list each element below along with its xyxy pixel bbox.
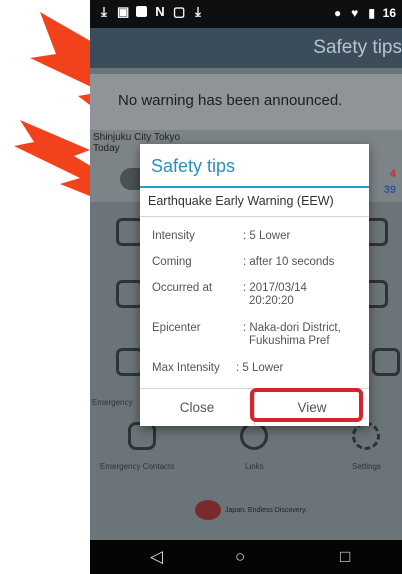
app-bar: Safety tips [90, 28, 402, 68]
close-button[interactable]: Close [140, 389, 254, 426]
intensity-value: : 5 Lower [243, 230, 291, 242]
heart-icon: ♥ [351, 6, 359, 20]
grid-label-emergency-contacts: Emergency Contacts [100, 462, 175, 471]
dialog-divider [140, 216, 369, 217]
brand-text: Japan. Endless Discovery. [225, 506, 307, 514]
occurred-at-time: 20:20:20 [249, 295, 294, 307]
intensity-label: Intensity [152, 230, 195, 242]
coming-label: Coming [152, 256, 192, 268]
grid-label-emergency: Emergency [92, 398, 133, 407]
temp-high: 4 [389, 168, 396, 180]
status-bar: ⤓ ▣ N ▢ ⤓ ● ♥ ▮ 16 [90, 0, 402, 28]
app-title: Safety tips [313, 37, 402, 58]
view-highlight-box [250, 388, 363, 422]
epicenter-value-line1: : Naka-dori District, [243, 322, 341, 334]
status-time: 16 [382, 6, 396, 20]
download-icon: ⤓ [101, 4, 107, 19]
navigation-bar: ◁ ○ □ [90, 540, 402, 574]
battery-icon: ▮ [368, 6, 375, 20]
home-icon[interactable]: ○ [235, 548, 245, 566]
epicenter-label: Epicenter [152, 322, 201, 334]
japan-logo-icon [195, 500, 221, 520]
occurred-at-label: Occurred at [152, 282, 213, 294]
coming-value: : after 10 seconds [243, 256, 335, 268]
dialog-title: Safety tips [151, 156, 236, 176]
location-name: Shinjuku City Tokyo [93, 132, 181, 143]
gear-icon[interactable] [352, 422, 380, 450]
circle-icon: ● [334, 6, 342, 20]
temp-low: 39 [383, 184, 396, 196]
dialog-title-divider [140, 186, 369, 188]
download-icon: ⤓ [195, 4, 201, 19]
back-icon[interactable]: ◁ [150, 548, 163, 566]
image-icon: ▣ [117, 4, 130, 19]
max-intensity-value: : 5 Lower [236, 362, 284, 374]
phone-contacts-icon[interactable] [128, 422, 156, 450]
map-icon[interactable] [372, 348, 400, 376]
dialog-subtitle: Earthquake Early Warning (EEW) [148, 194, 334, 208]
warning-text: No warning has been announced. [118, 92, 343, 109]
occurred-at-date: : 2017/03/14 [243, 282, 307, 294]
grid-label-settings: Settings [352, 462, 381, 471]
max-intensity-label: Max Intensity [152, 362, 220, 374]
n-icon: N [155, 4, 165, 19]
safety-tips-dialog: Safety tips Earthquake Early Warning (EE… [140, 144, 369, 426]
info-icon[interactable] [240, 422, 268, 450]
epicenter-value-line2: Fukushima Pref [249, 335, 330, 347]
box-icon: ▢ [173, 4, 186, 19]
square-icon [136, 6, 147, 17]
grid-label-links: Links [245, 462, 264, 471]
recent-apps-icon[interactable]: □ [340, 548, 350, 566]
brand-footer: Japan. Endless Discovery. [195, 500, 307, 520]
